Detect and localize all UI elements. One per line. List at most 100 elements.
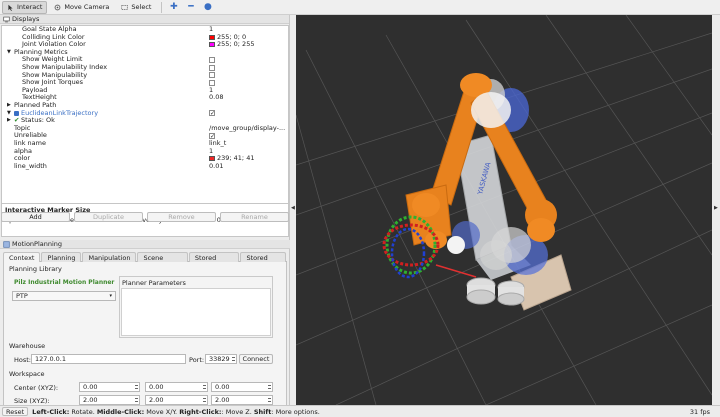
- move-camera-label: Move Camera: [64, 3, 110, 11]
- remove-display-button[interactable]: Remove: [147, 212, 216, 222]
- trajectory-icon: [14, 110, 19, 116]
- tree-row-value[interactable]: 255; 0; 255: [209, 41, 254, 49]
- size-y-spinbox[interactable]: 2.00: [145, 395, 208, 405]
- reset-button[interactable]: Reset: [2, 407, 29, 416]
- host-input[interactable]: 127.0.0.1: [31, 354, 186, 364]
- expand-right-icon[interactable]: ▶: [714, 205, 718, 211]
- tree-row-value[interactable]: 0.08: [209, 94, 223, 102]
- duplicate-display-button[interactable]: Duplicate: [74, 212, 143, 222]
- collapse-arrow-icon[interactable]: ▶: [7, 102, 11, 110]
- scene-3d: YASKAWA: [296, 15, 712, 405]
- middle-click-label: Middle-Click:: [96, 407, 145, 416]
- motion-planning-dock-title: MotionPlanning: [0, 240, 290, 249]
- warehouse-label: Warehouse: [9, 342, 46, 350]
- toolbar-separator: [161, 1, 163, 13]
- displays-dock-title: Displays: [0, 15, 289, 24]
- motion-planning-panel: MotionPlanning Context Planning Manipulati…: [0, 240, 290, 407]
- expand-arrow-icon[interactable]: ▼: [7, 110, 11, 118]
- workspace-label: Workspace: [9, 370, 45, 378]
- chevron-down-icon: ▾: [109, 293, 112, 299]
- cursor-icon: [8, 4, 13, 11]
- tab-stored-scenes[interactable]: Stored Scenes: [188, 252, 240, 272]
- mouse-hint: Left-Click: Rotate. Middle-Click: Move X…: [32, 408, 320, 416]
- expand-arrow-icon[interactable]: ▼: [7, 49, 11, 57]
- motion-planning-tabs: ContextPlanningManipulationScene Objects…: [3, 252, 287, 272]
- render-viewport[interactable]: YASKAWA: [296, 15, 712, 405]
- rename-display-button[interactable]: Rename: [220, 212, 289, 222]
- right-click-label: Right-Click:: [179, 407, 222, 416]
- add-tool-icon[interactable]: ✚: [168, 2, 179, 13]
- host-label: Host:: [14, 356, 31, 364]
- checkbox[interactable]: [209, 64, 215, 71]
- tab-planning[interactable]: Planning: [41, 252, 82, 262]
- collapse-left-icon[interactable]: ◀: [291, 205, 295, 211]
- tree-row-value[interactable]: 0.01: [209, 161, 224, 171]
- tab-manipulation[interactable]: Manipulation: [82, 252, 137, 262]
- tree-row-value[interactable]: 1: [209, 146, 214, 156]
- checkbox[interactable]: [209, 57, 215, 64]
- tree-row-value-text: 1: [209, 25, 214, 33]
- connect-button[interactable]: Connect: [239, 354, 273, 364]
- tree-row-value[interactable]: [209, 64, 215, 72]
- port-label: Port:: [189, 356, 205, 364]
- remove-tool-icon[interactable]: ━: [185, 2, 196, 13]
- tree-row-value-text: 0.01: [209, 161, 224, 170]
- select-tool-button[interactable]: Select: [116, 1, 156, 14]
- move-camera-tool-button[interactable]: Move Camera: [49, 1, 114, 14]
- tab-stored-state[interactable]: Stored State: [240, 252, 286, 272]
- tree-row[interactable]: line_width 0.01: [2, 161, 288, 171]
- tree-row[interactable]: link name link_t: [2, 139, 288, 148]
- tree-row-value[interactable]: ✓: [209, 110, 215, 118]
- middle-click-action: Move X/Y.: [144, 407, 180, 416]
- fps-counter: 31 fps: [689, 407, 710, 416]
- main-toolbar: Interact Move Camera Select ✚ ━ ●: [0, 0, 720, 15]
- color-swatch[interactable]: [209, 34, 215, 40]
- right-splitter[interactable]: ▶: [712, 15, 720, 405]
- tree-row-value-text: 1: [209, 146, 214, 155]
- motion-planning-title: MotionPlanning: [12, 240, 63, 248]
- left-click-label: Left-Click:: [32, 407, 70, 416]
- tree-row-value[interactable]: /move_group/display-...: [209, 123, 286, 133]
- tree-row-value[interactable]: [209, 56, 215, 64]
- left-dock-area: Displays Goal State Alpha 1 Colliding Link…: [0, 15, 290, 407]
- planner-parameters-group: Planner Parameters: [119, 276, 273, 338]
- interact-label: Interact: [17, 3, 43, 11]
- checkbox[interactable]: ✓: [209, 110, 215, 117]
- planner-select[interactable]: PTP ▾: [12, 291, 116, 301]
- interact-tool-button[interactable]: Interact: [2, 0, 48, 14]
- tab-scene-objects[interactable]: Scene Objects: [137, 252, 188, 272]
- display-buttons: Add Duplicate Remove Rename: [1, 212, 289, 224]
- left-click-action: Rotate.: [69, 407, 97, 416]
- tree-row-value-text: /move_group/display-...: [209, 123, 286, 132]
- planner-name: Pilz Industrial Motion Planner: [14, 279, 115, 286]
- center-x-spinbox[interactable]: 0.00: [79, 382, 140, 392]
- tool-properties-icon[interactable]: ●: [202, 2, 213, 13]
- select-label: Select: [131, 3, 152, 11]
- monitor-icon: [3, 16, 10, 22]
- center-z-spinbox[interactable]: 0.00: [211, 382, 273, 392]
- displays-title: Displays: [12, 15, 40, 23]
- center-y-spinbox[interactable]: 0.00: [145, 382, 208, 392]
- planner-parameters-table[interactable]: [121, 288, 271, 336]
- size-label: Size (XYZ):: [14, 397, 50, 405]
- context-tab-content: Planning Library Pilz Industrial Motion …: [3, 262, 287, 407]
- shift-label: Shift: [253, 407, 272, 416]
- collapse-arrow-icon[interactable]: ▶: [7, 117, 11, 125]
- displays-tree[interactable]: Goal State Alpha 1 Colliding Link Color 255…: [1, 25, 289, 217]
- port-spinbox[interactable]: 33829: [205, 354, 237, 364]
- checkbox[interactable]: [209, 72, 215, 79]
- tree-row-value[interactable]: 1: [209, 26, 213, 34]
- camera-icon: [55, 4, 61, 10]
- size-x-spinbox[interactable]: 2.00: [79, 395, 140, 405]
- color-swatch[interactable]: [209, 156, 215, 162]
- status-bar: Reset Left-Click: Rotate. Middle-Click: …: [0, 405, 720, 417]
- panel-icon: [3, 240, 10, 248]
- color-swatch[interactable]: [209, 42, 215, 48]
- shift-action: : More options.: [271, 407, 320, 416]
- tree-row-value-text: 0.08: [209, 93, 224, 102]
- tree-row-value[interactable]: [209, 72, 215, 80]
- tab-context[interactable]: Context: [3, 252, 41, 262]
- add-display-button[interactable]: Add: [1, 212, 70, 222]
- right-click-action: : Move Z.: [221, 407, 254, 416]
- size-z-spinbox[interactable]: 2.00: [211, 395, 273, 405]
